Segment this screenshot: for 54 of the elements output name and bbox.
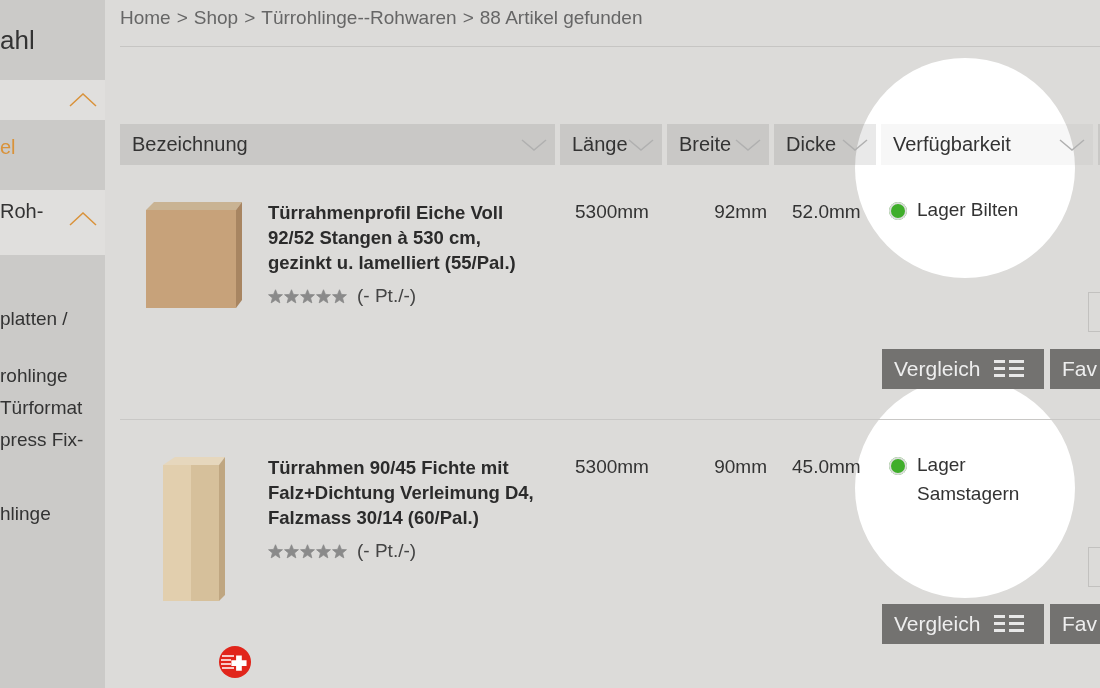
breadcrumb-link[interactable]: Home: [120, 7, 171, 29]
star-icon: [284, 288, 299, 304]
column-header[interactable]: Breite: [667, 124, 769, 165]
length-value: 5300mm: [574, 455, 650, 479]
list-icon: [994, 360, 1025, 378]
star-icon: [284, 543, 299, 559]
rating-text: (- Pt./-): [357, 285, 417, 307]
star-icon: [268, 288, 283, 304]
chevron-down-icon: [842, 138, 868, 151]
width-value: 90mm: [713, 455, 768, 479]
list-icon: [994, 615, 1025, 633]
breadcrumb-separator: >: [462, 7, 474, 29]
favorite-button[interactable]: Fav: [1050, 604, 1100, 644]
chevron-down-icon: [521, 138, 547, 151]
column-header[interactable]: Länge: [560, 124, 662, 165]
availability-text: Lager Bilten: [917, 198, 1020, 222]
star-icon: [268, 543, 283, 559]
column-header[interactable]: Verfügbarkeit: [881, 124, 1093, 165]
star-icon: [300, 288, 315, 304]
star-icon: [332, 543, 347, 559]
caret-icon[interactable]: [69, 212, 97, 226]
availability-text: Lager Samstagern: [917, 453, 1021, 506]
sidebar-link[interactable]: press Fix-: [0, 424, 84, 456]
breadcrumb-link[interactable]: Shop: [193, 7, 239, 29]
breadcrumb-separator: >: [176, 7, 188, 29]
thickness-value: 45.0mm: [791, 455, 862, 479]
result-count: 88 Artikel gefunden: [479, 7, 643, 29]
chevron-down-icon: [1059, 138, 1085, 151]
sidebar-link[interactable]: hlinge: [0, 498, 51, 530]
compare-button[interactable]: Vergleich: [882, 349, 1044, 389]
sidebar-link[interactable]: Türformat: [0, 392, 83, 424]
thickness-value: 52.0mm: [791, 200, 862, 224]
chevron-down-icon: [735, 138, 761, 151]
star-icon: [332, 288, 347, 304]
star-icon: [316, 543, 331, 559]
sidebar-link[interactable]: rohlinge: [0, 360, 68, 392]
rating-text: (- Pt./-): [357, 540, 417, 562]
product-name[interactable]: Türrahmen 90/45 Fichte mit Falz+Dichtung Verleimung D4, Falzmass 30/14 (60/Pal.): [268, 455, 546, 530]
breadcrumb-link[interactable]: Türrohlinge--Rohwaren: [261, 7, 457, 29]
length-value: 5300mm: [574, 200, 650, 224]
column-header[interactable]: Bezeichnung: [120, 124, 555, 165]
chevron-down-icon: [628, 138, 654, 151]
sidebar-title: ahl: [0, 24, 35, 56]
star-icon: [300, 543, 315, 559]
favorite-button[interactable]: Fav: [1050, 349, 1100, 389]
column-header[interactable]: Dicke: [774, 124, 876, 165]
breadcrumb-separator: >: [244, 7, 256, 29]
sidebar-link[interactable]: platten /: [0, 303, 68, 335]
width-value: 92mm: [713, 200, 768, 224]
star-icon: [316, 288, 331, 304]
compare-button[interactable]: Vergleich: [882, 604, 1044, 644]
sidebar-toggle[interactable]: [0, 80, 105, 120]
sidebar-group-label[interactable]: Roh-: [0, 200, 44, 223]
product-name[interactable]: Türrahmenprofil Eiche Voll 92/52 Stangen à 530 cm, gezinkt u. lamelliert (55/Pal.): [268, 200, 546, 275]
